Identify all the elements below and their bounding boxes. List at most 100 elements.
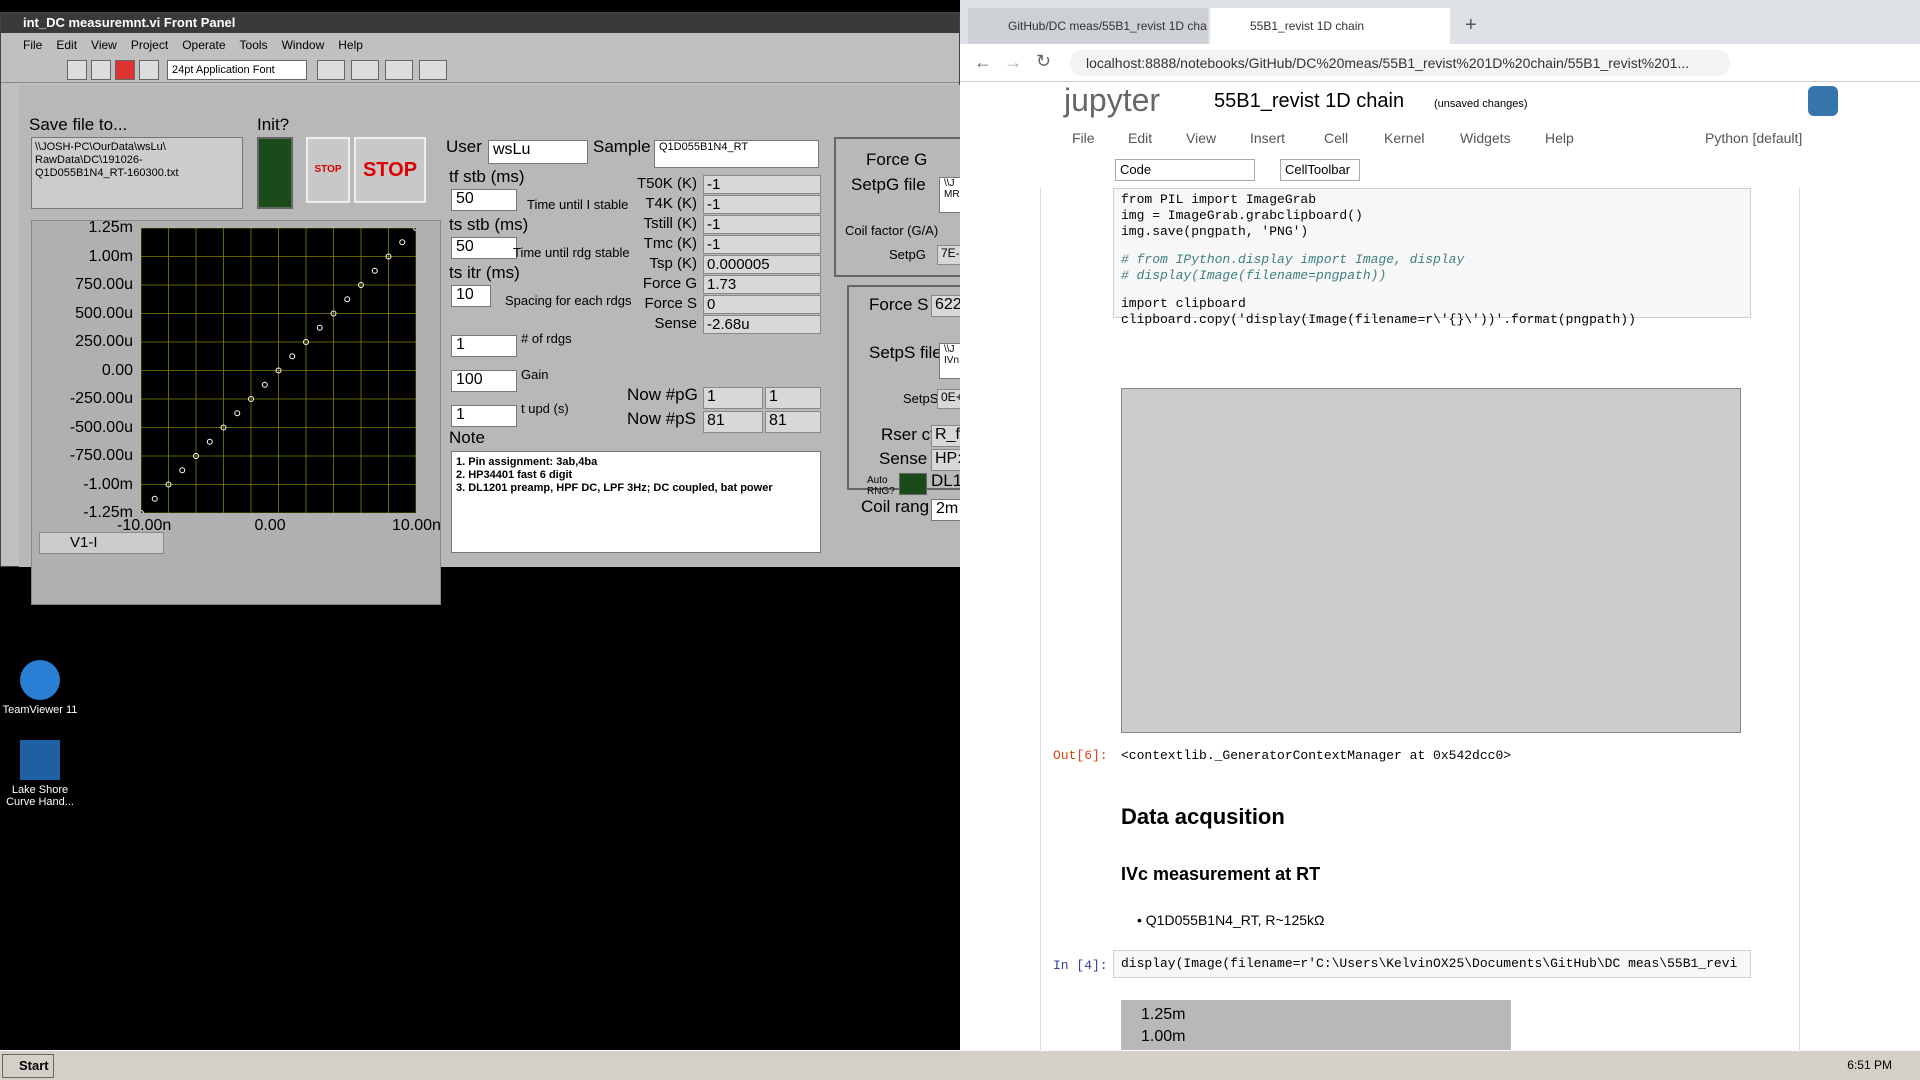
nb-menu-edit[interactable]: Edit (1128, 130, 1152, 146)
clock: 6:51 PM (1847, 1058, 1892, 1072)
rser-value: R_f (931, 425, 961, 447)
nrdg-field[interactable]: 1 (451, 335, 517, 357)
sample-label: Sample (593, 137, 651, 156)
nb-menu-view[interactable]: View (1186, 130, 1216, 146)
nb-menu-widgets[interactable]: Widgets (1460, 130, 1511, 146)
tf-field[interactable]: 50 (451, 189, 517, 211)
setpg-label: SetpG (889, 247, 926, 262)
coil-range-field[interactable]: 2m (931, 499, 961, 521)
y-tick-label: -1.00m (83, 475, 133, 493)
x-tick-label: 10.00n (392, 517, 441, 534)
titr-label: ts itr (ms) (449, 263, 520, 282)
y-tick-label: -750.00u (69, 447, 133, 464)
tf-label: tf stb (ms) (449, 167, 525, 186)
readout-label: Tmc (K) (643, 235, 697, 252)
nb-menu-help[interactable]: Help (1545, 130, 1574, 146)
forward-icon[interactable]: → (1004, 52, 1022, 73)
menu-project[interactable]: Project (131, 36, 168, 54)
readout-value: -2.68u (703, 315, 821, 334)
dl-label: DL1 (931, 471, 963, 490)
menu-help[interactable]: Help (338, 36, 363, 54)
desktop-icon-label: TeamViewer 11 (2, 704, 78, 716)
nb-menu-cell[interactable]: Cell (1324, 130, 1348, 146)
code-line: img.save(pngpath, 'PNG') (1121, 224, 1309, 239)
sample-field[interactable]: Q1D055B1N4_RT (654, 140, 819, 168)
desktop-icon-teamviewer[interactable]: TeamViewer 11 (0, 660, 80, 716)
abort-icon[interactable] (115, 60, 135, 80)
menu-tools[interactable]: Tools (240, 36, 268, 54)
nb-menu-file[interactable]: File (1072, 130, 1095, 146)
pause-icon[interactable] (139, 60, 159, 80)
setps-value: 0E+ (937, 389, 961, 409)
jupyter-logo[interactable]: jupyter (1064, 82, 1160, 119)
start-button[interactable]: Start (2, 1054, 54, 1078)
coil-factor-label: Coil factor (G/A) (845, 223, 939, 238)
user-field[interactable]: wsLu (488, 140, 588, 164)
heading-data-acquisition: Data acqusition (1121, 804, 1285, 829)
auto-rng-label: Auto RNG? (867, 475, 895, 497)
menu-view[interactable]: View (91, 36, 117, 54)
graph-selector[interactable]: V1-I (39, 532, 164, 554)
celltoolbar-button[interactable]: CellToolbar (1280, 159, 1360, 181)
menu-window[interactable]: Window (282, 36, 325, 54)
sense-value: HP: (931, 449, 961, 471)
tupd-field[interactable]: 1 (451, 405, 517, 427)
desktop-icon-lakeshore[interactable]: Lake Shore Curve Hand... (0, 740, 80, 808)
front-panel: Save file to... \\JOSH-PC\OurData\wsLu\ … (19, 85, 963, 605)
readout-label: Sense (654, 315, 697, 332)
jupyter-menu: File Edit View Insert Cell Kernel Widget… (960, 124, 1920, 154)
code-line: clipboard.copy('display(Image(filename=r… (1121, 312, 1636, 327)
font-select[interactable]: 24pt Application Font (167, 60, 307, 80)
iv-plot (141, 228, 416, 513)
y-tick-label: 0.00 (101, 361, 133, 379)
menu-file[interactable]: File (23, 36, 42, 54)
new-tab-icon[interactable]: + (1465, 14, 1477, 37)
forceg-label: Force G (866, 150, 928, 169)
reload-icon[interactable]: ↻ (1036, 51, 1051, 72)
code-line: display(Image(filename=r'C:\Users\Kelvin… (1121, 956, 1738, 971)
readout-label: T50K (K) (636, 175, 697, 192)
labview-toolbar: 24pt Application Font (1, 57, 959, 83)
gain-field[interactable]: 100 (451, 370, 517, 392)
bullet-item: • Q1D055B1N4_RT, R~125kΩ (1137, 912, 1325, 928)
run-arrow-icon[interactable] (67, 60, 87, 80)
url-field[interactable]: localhost:8888/notebooks/GitHub/DC%20mea… (1070, 50, 1730, 76)
nb-menu-insert[interactable]: Insert (1250, 130, 1285, 146)
nowpg-label: Now #pG (627, 385, 698, 404)
ts-field[interactable]: 50 (451, 237, 517, 259)
output-text: <contextlib._GeneratorContextManager at … (1121, 748, 1512, 763)
out-prompt: Out[6]: (1053, 748, 1108, 763)
cell-type-select[interactable]: Code (1115, 159, 1255, 181)
setps-file-field[interactable]: \\J IVn (939, 343, 961, 379)
code-line: img = ImageGrab.grabclipboard() (1121, 208, 1363, 223)
setpg-value: 7E- (937, 245, 961, 265)
readout-value: 1.73 (703, 275, 821, 294)
bullet-text: Q1D055B1N4_RT, R~125kΩ (1145, 912, 1325, 928)
notebook-title[interactable]: 55B1_revist 1D chain (1214, 90, 1404, 113)
nowpg-value-2: 1 (765, 387, 821, 409)
resize-icon[interactable] (385, 60, 413, 80)
note-box[interactable]: 1. Pin assignment: 3ab,4ba 2. HP34401 fa… (451, 451, 821, 553)
tab-notebook[interactable]: 55B1_revist 1D chain (1210, 8, 1450, 44)
run-continuous-icon[interactable] (91, 60, 111, 80)
titr-field[interactable]: 10 (451, 285, 491, 307)
tupd-desc: t upd (s) (521, 401, 569, 416)
gain-desc: Gain (521, 367, 549, 382)
setpg-file-field[interactable]: \\J MR (939, 177, 961, 213)
thumb-tick: 1.25m (1141, 1006, 1186, 1023)
tab-github[interactable]: GitHub/DC meas/55B1_revist 1D cha (968, 8, 1208, 44)
nrdg-desc: # of rdgs (521, 331, 572, 346)
menu-operate[interactable]: Operate (182, 36, 225, 54)
auto-rng-led[interactable] (899, 473, 927, 495)
back-icon[interactable]: ← (974, 52, 992, 73)
distribute-icon[interactable] (351, 60, 379, 80)
note-line: 1. Pin assignment: 3ab,4ba (456, 456, 598, 468)
nowps-value-2: 81 (765, 411, 821, 433)
menu-edit[interactable]: Edit (56, 36, 77, 54)
readout-value: -1 (703, 175, 821, 194)
nb-menu-kernel[interactable]: Kernel (1384, 130, 1424, 146)
reorder-icon[interactable] (419, 60, 447, 80)
ts-label: ts stb (ms) (449, 215, 529, 234)
align-icon[interactable] (317, 60, 345, 80)
note-line: 2. HP34401 fast 6 digit (456, 469, 573, 481)
